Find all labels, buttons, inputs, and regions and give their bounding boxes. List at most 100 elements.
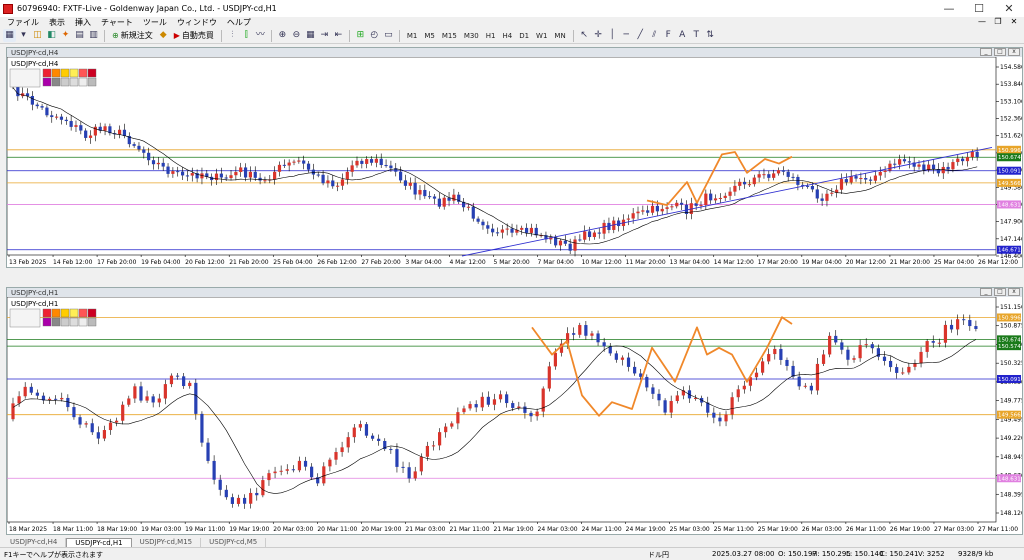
tab-usdjpy-m5[interactable]: USDJPY-cd,M5 — [201, 538, 267, 547]
line-chart-icon[interactable]: 〰 — [254, 29, 267, 42]
price-tick-label: 154.580 — [1000, 64, 1022, 71]
timeframe-d1[interactable]: D1 — [516, 32, 532, 40]
bar-chart-icon[interactable]: ⫶ — [226, 29, 239, 42]
candle-body — [883, 170, 887, 173]
chart-close-button[interactable]: x — [1008, 288, 1020, 296]
candle-body — [176, 171, 180, 173]
timeframe-m5[interactable]: M5 — [421, 32, 438, 40]
timeframe-h1[interactable]: H1 — [483, 32, 499, 40]
price-tick-label: 151.620 — [1000, 133, 1022, 140]
candle-body — [407, 467, 411, 479]
time-tick-label: 19 Mar 19:00 — [229, 526, 269, 533]
candle-body — [724, 414, 728, 422]
arrows-icon[interactable]: ⇅ — [704, 29, 717, 42]
chart-window-h4[interactable]: USDJPY-cd,H4 _ □ x 154.580 153.840 153.100… — [6, 47, 1023, 268]
market-watch-icon[interactable]: ◫ — [31, 29, 44, 42]
candle-body — [791, 365, 795, 377]
chart-minimize-button[interactable]: _ — [980, 48, 992, 56]
toolbox-color-swatch — [87, 317, 97, 327]
candle-body — [206, 442, 210, 461]
candle-body — [59, 116, 64, 120]
data-window-icon[interactable]: ◧ — [45, 29, 58, 42]
candle-body — [596, 333, 600, 343]
menu-window[interactable]: ウィンドウ — [173, 17, 223, 28]
timeframe-m1[interactable]: M1 — [404, 32, 421, 40]
candle-body — [466, 206, 471, 208]
templates-icon[interactable]: ▭ — [382, 29, 395, 42]
timeframe-mn[interactable]: MN — [551, 32, 568, 40]
candle-body — [602, 342, 606, 347]
menu-help[interactable]: ヘルプ — [223, 17, 257, 28]
candle-body — [218, 479, 222, 490]
menu-chart[interactable]: チャート — [97, 17, 139, 28]
chart-close-button[interactable]: x — [1008, 48, 1020, 56]
horizontal-line-icon[interactable]: ─ — [620, 29, 633, 42]
mdi-restore-button[interactable]: ❐ — [990, 17, 1006, 26]
h1-chart-canvas[interactable]: 151.150150.875150.600150.325150.050149.7… — [7, 297, 1022, 534]
candle-body — [230, 497, 234, 504]
tab-usdjpy-m15[interactable]: USDJPY-cd,M15 — [132, 538, 202, 547]
candle-body — [334, 452, 338, 460]
crosshair-icon[interactable]: ✛ — [592, 29, 605, 42]
minimize-button[interactable]: — — [934, 0, 964, 17]
menu-tools[interactable]: ツール — [139, 17, 173, 28]
chart-minimize-button[interactable]: _ — [980, 288, 992, 296]
meta-editor-icon[interactable]: ◆ — [157, 29, 170, 42]
time-tick-label: 24 Mar 11:00 — [582, 526, 622, 533]
zoom-in-icon[interactable]: ⊕ — [276, 29, 289, 42]
chart-maximize-button[interactable]: □ — [994, 288, 1006, 296]
candle-body — [142, 149, 146, 153]
menu-insert[interactable]: 挿入 — [71, 17, 97, 28]
chart-maximize-button[interactable]: □ — [994, 48, 1006, 56]
menu-file[interactable]: ファイル — [3, 17, 45, 28]
label-icon[interactable]: T — [690, 29, 703, 42]
chart-window-h1[interactable]: USDJPY-cd,H1 _ □ x 151.150150.875150.600… — [6, 287, 1023, 535]
tile-windows-icon[interactable]: ▦ — [304, 29, 317, 42]
vertical-line-icon[interactable]: │ — [606, 29, 619, 42]
tab-usdjpy-h1[interactable]: USDJPY-cd,H1 — [66, 538, 132, 547]
time-tick-label: 20 Mar 19:00 — [361, 526, 401, 533]
status-traffic: 9328/9 kb — [958, 550, 994, 558]
candle-body — [306, 163, 311, 170]
auto-trade-button[interactable]: ▶ 自動売買 — [171, 30, 217, 41]
drawing-toolbox — [9, 68, 97, 88]
mdi-close-button[interactable]: ✕ — [1006, 17, 1022, 26]
terminal-icon[interactable]: ▤ — [73, 29, 86, 42]
candle-body — [171, 171, 175, 174]
new-order-button[interactable]: ⊕ 新規注文 — [109, 30, 156, 41]
candle-body — [660, 208, 664, 212]
profiles-icon[interactable]: ▾ — [17, 29, 30, 42]
time-tick-label: 24 Mar 03:00 — [538, 526, 578, 533]
candle-body — [423, 189, 427, 197]
candle-chart-icon[interactable]: ⫿ — [240, 29, 253, 42]
channel-icon[interactable]: ⫽ — [648, 29, 661, 42]
tester-icon[interactable]: ▥ — [87, 29, 100, 42]
candle-body — [840, 342, 844, 350]
timeframe-m30[interactable]: M30 — [461, 32, 482, 40]
text-icon[interactable]: A — [676, 29, 689, 42]
candle-body — [907, 366, 911, 373]
auto-scroll-icon[interactable]: ⇥ — [318, 29, 331, 42]
mdi-minimize-button[interactable]: — — [974, 17, 990, 26]
price-tick-label: 148.945 — [1000, 454, 1022, 461]
trendline-icon[interactable]: ╱ — [634, 29, 647, 42]
chart-shift-icon[interactable]: ⇤ — [332, 29, 345, 42]
candle-body — [161, 162, 165, 167]
timeframe-h4[interactable]: H4 — [499, 32, 515, 40]
navigator-icon[interactable]: ✦ — [59, 29, 72, 42]
menu-view[interactable]: 表示 — [45, 17, 71, 28]
timeframe-w1[interactable]: W1 — [533, 32, 550, 40]
candle-body — [282, 164, 286, 166]
fibonacci-icon[interactable]: F — [662, 29, 675, 42]
periods-icon[interactable]: ◴ — [368, 29, 381, 42]
new-chart-icon[interactable]: ▦ — [3, 29, 16, 42]
close-button[interactable]: ✕ — [994, 0, 1024, 17]
tab-usdjpy-h4[interactable]: USDJPY-cd,H4 — [2, 538, 67, 547]
candle-body — [358, 424, 362, 428]
zoom-out-icon[interactable]: ⊖ — [290, 29, 303, 42]
maximize-button[interactable]: ☐ — [964, 0, 994, 17]
indicators-icon[interactable]: ⊞ — [354, 29, 367, 42]
h4-chart-canvas[interactable]: 154.580153.840153.100152.360151.620150.8… — [7, 57, 1022, 267]
cursor-icon[interactable]: ↖ — [578, 29, 591, 42]
timeframe-m15[interactable]: M15 — [439, 32, 460, 40]
